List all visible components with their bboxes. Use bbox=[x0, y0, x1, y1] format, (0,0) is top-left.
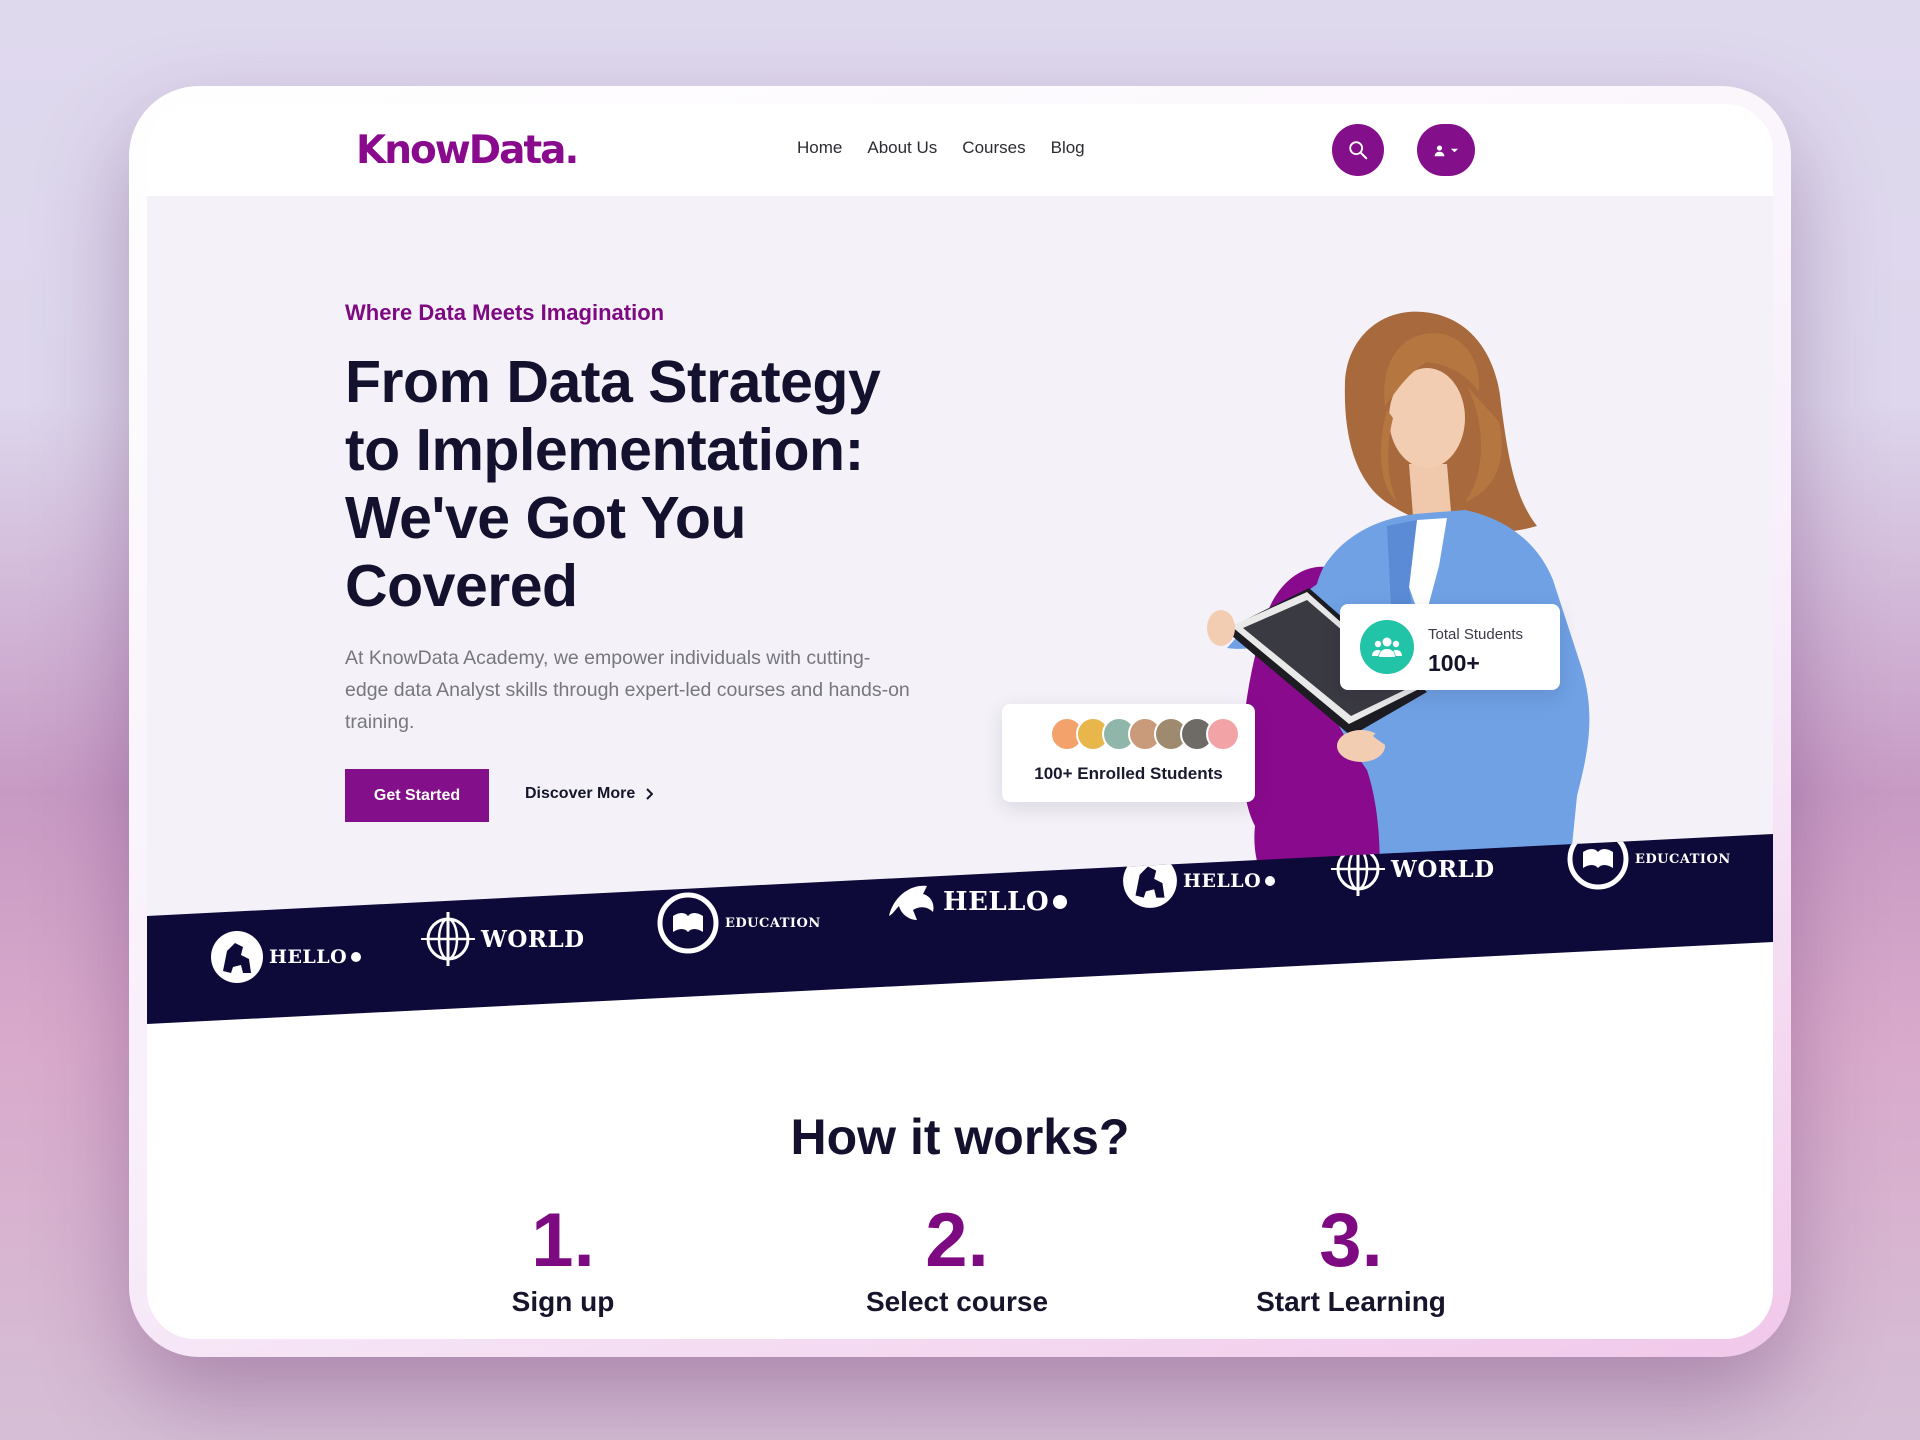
step-item: 1. Sign up bbox=[413, 1198, 713, 1318]
partner-logo: EDUCATION bbox=[655, 890, 821, 956]
nav-blog[interactable]: Blog bbox=[1051, 138, 1085, 158]
step-number: 1. bbox=[531, 1198, 595, 1283]
step-number: 2. bbox=[925, 1198, 989, 1283]
dot-icon bbox=[351, 952, 362, 962]
browser-viewport: KnowData. Home About Us Courses Blog Whe… bbox=[147, 104, 1773, 1339]
chevron-down-icon bbox=[1450, 148, 1459, 152]
nav-home[interactable]: Home bbox=[797, 138, 842, 158]
partner-name: HELLO bbox=[269, 946, 348, 968]
step-item: 2. Select course bbox=[807, 1198, 1107, 1318]
hero-section: Where Data Meets Imagination From Data S… bbox=[147, 196, 1773, 916]
enrolled-students-label: 100+ Enrolled Students bbox=[1034, 764, 1223, 783]
site-header: KnowData. Home About Us Courses Blog bbox=[147, 104, 1773, 196]
step-number: 3. bbox=[1319, 1198, 1383, 1283]
partner-name: EDUCATION bbox=[725, 915, 821, 931]
account-menu-button[interactable] bbox=[1417, 124, 1475, 176]
nav-about-us[interactable]: About Us bbox=[867, 138, 937, 158]
partner-logo: WORLD bbox=[419, 910, 585, 968]
user-icon bbox=[1434, 144, 1445, 156]
partner-name: HELLO bbox=[1183, 870, 1262, 892]
step-item: 3. Start Learning bbox=[1201, 1198, 1501, 1318]
partner-logo: HELLO bbox=[209, 929, 362, 985]
search-button[interactable] bbox=[1332, 124, 1384, 176]
total-students-card: Total Students 100+ bbox=[1340, 604, 1560, 690]
student-avatars bbox=[1050, 717, 1240, 751]
dolphin-logo-icon bbox=[889, 885, 934, 920]
step-label: Select course bbox=[865, 1286, 1049, 1317]
total-students-label: Total Students bbox=[1428, 626, 1524, 643]
users-icon bbox=[1360, 620, 1414, 674]
step-label: Sign up bbox=[511, 1286, 615, 1317]
total-students-value: 100+ bbox=[1428, 650, 1480, 676]
globe-icon bbox=[421, 912, 475, 966]
hero-illustration bbox=[1207, 311, 1590, 916]
dot-icon bbox=[1265, 876, 1276, 886]
step-label: Start Learning bbox=[1256, 1286, 1446, 1317]
nav-courses[interactable]: Courses bbox=[962, 138, 1025, 158]
partner-name: EDUCATION bbox=[1635, 851, 1731, 867]
site-logo[interactable]: KnowData. bbox=[356, 128, 579, 173]
how-it-works-title: How it works? bbox=[790, 1109, 1130, 1165]
book-badge-icon bbox=[657, 892, 719, 954]
enrolled-students-card: 100+ Enrolled Students bbox=[1002, 704, 1255, 802]
dot-icon bbox=[1053, 895, 1068, 909]
search-icon bbox=[1349, 141, 1368, 160]
main-nav: Home About Us Courses Blog bbox=[797, 138, 1085, 158]
partner-name: WORLD bbox=[481, 925, 585, 953]
avatar bbox=[1206, 717, 1240, 751]
partner-logo: HELLO bbox=[883, 874, 1068, 930]
partner-name: WORLD bbox=[1391, 855, 1495, 883]
partner-name: HELLO bbox=[943, 887, 1050, 917]
dog-logo-icon bbox=[211, 931, 263, 983]
